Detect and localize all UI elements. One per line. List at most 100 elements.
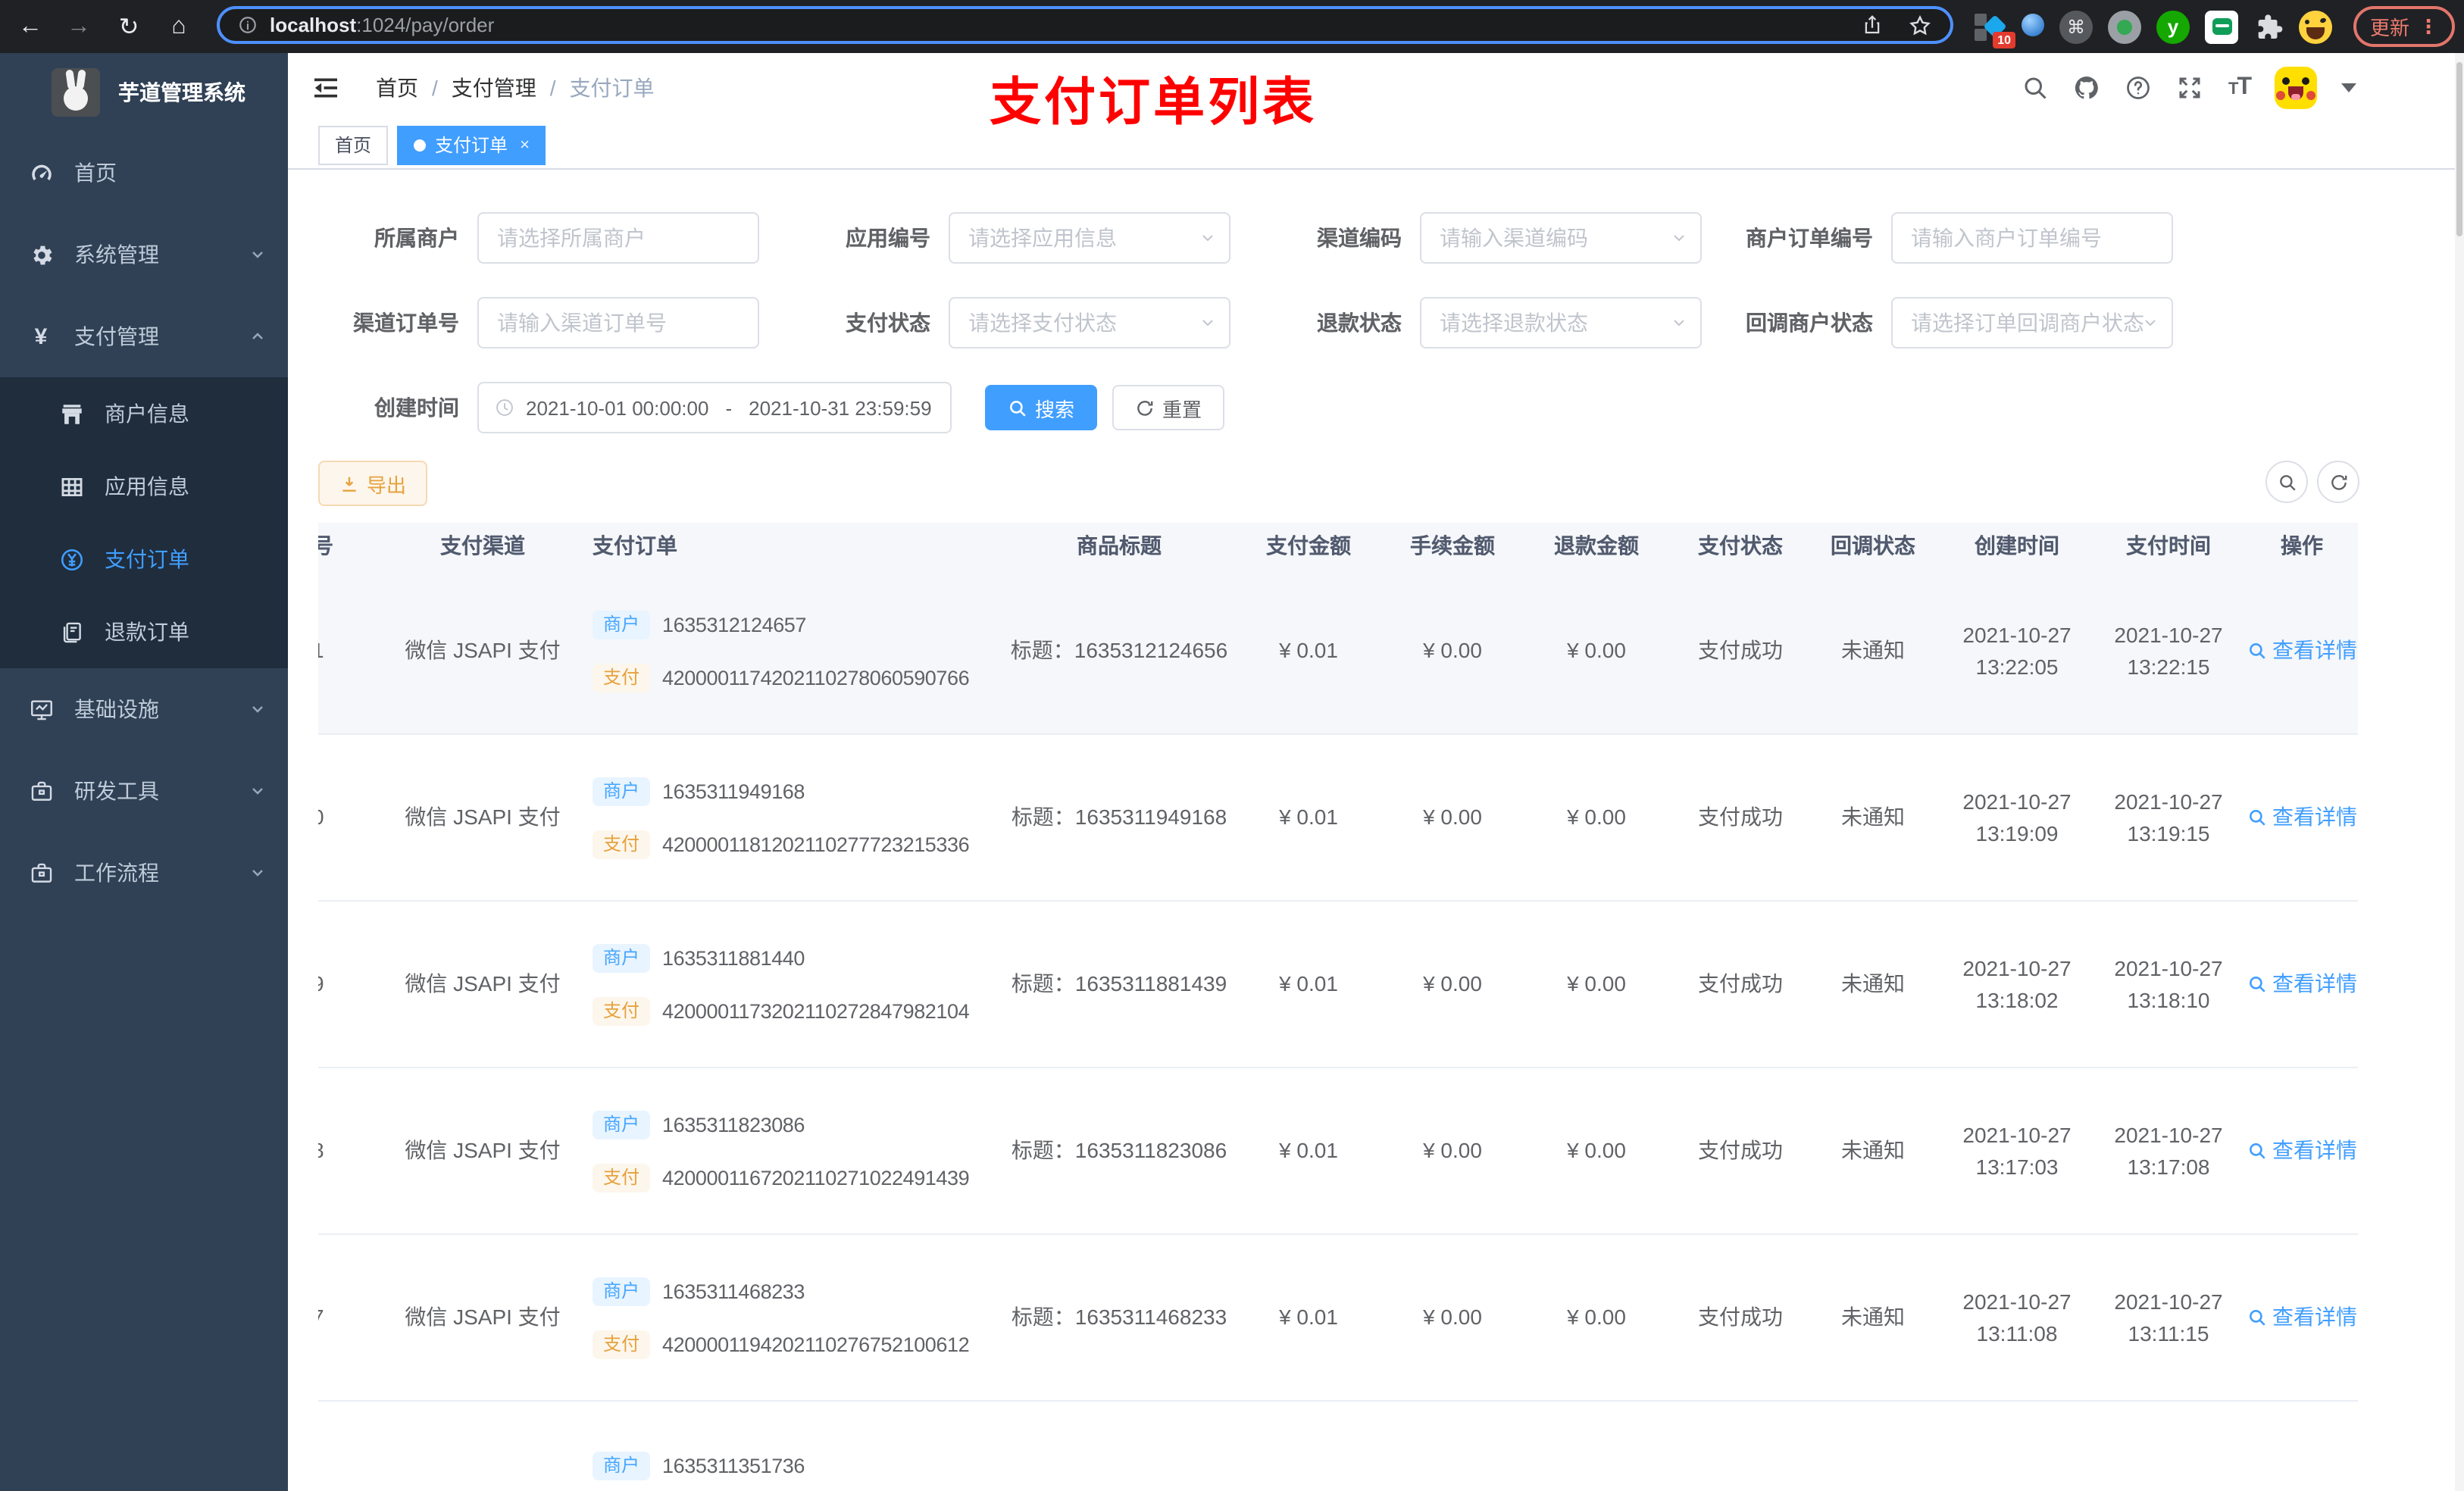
cell-amount: ¥ 0.01 (1279, 971, 1338, 996)
site-info-icon[interactable] (238, 15, 258, 35)
cell-pay-status: 支付成功 (1698, 805, 1783, 829)
channel-order-no-input[interactable] (477, 297, 759, 349)
chevron-down-icon (1670, 229, 1688, 247)
cell-pay-status (1668, 1402, 1812, 1491)
cell-channel (388, 1402, 577, 1491)
sidebar-item-dev-tools[interactable]: 研发工具 (0, 750, 288, 832)
browser-forward-icon[interactable]: → (61, 0, 97, 53)
filter-pay-status: 支付状态 (790, 297, 1249, 349)
cell-notify-status: 未通知 (1841, 1305, 1905, 1329)
tab-close-icon[interactable]: × (520, 136, 530, 154)
extension-command-icon[interactable]: ⌘ (2059, 10, 2093, 43)
sidebar-item-workflow[interactable]: 工作流程 (0, 832, 288, 914)
sidebar-item-payment[interactable]: ¥ 支付管理 (0, 295, 288, 377)
font-size-icon[interactable]: TT (2228, 73, 2252, 101)
breadcrumb-home[interactable]: 首页 (376, 72, 418, 102)
page-scrollbar[interactable] (2455, 53, 2464, 1491)
col-pay-time: 支付时间 (2126, 533, 2211, 558)
github-icon[interactable] (2074, 73, 2101, 101)
help-icon[interactable] (2125, 73, 2153, 101)
cell-pay-time: 2021-10-27 13:17:08 (2114, 1122, 2223, 1178)
browser-chrome: ← → ↻ ⌂ localhost:1024/pay/order 10 ⌘ y (0, 0, 2464, 55)
cell-id: 17 (318, 1235, 388, 1400)
cell-create-time: 2021-10-27 13:11:08 (1962, 1289, 2072, 1345)
date-range-picker[interactable]: 2021-10-01 00:00:00 - 2021-10-31 23:59:5… (477, 382, 952, 433)
tab-home[interactable]: 首页 (318, 125, 389, 164)
view-detail-link[interactable]: 查看详情 (2247, 635, 2357, 667)
table-row: 18 微信 JSAPI 支付商户1635311823086支付4200001167… (318, 1068, 2358, 1235)
filter-app-no: 应用编号 (790, 212, 1249, 264)
breadcrumb-separator: / (432, 75, 438, 99)
cell-refund: ¥ 0.00 (1567, 1305, 1626, 1329)
chevron-down-icon (1199, 314, 1217, 332)
table-refresh-button[interactable] (2317, 461, 2359, 503)
app-logo-row[interactable]: 芋道管理系统 (0, 53, 288, 132)
extension-green-dot-icon[interactable] (2108, 10, 2141, 43)
col-notify-status: 回调状态 (1831, 533, 1915, 558)
filter-label: 所属商户 (374, 226, 459, 250)
sidebar-item-app-info[interactable]: 应用信息 (0, 450, 288, 523)
browser-back-icon[interactable]: ← (12, 0, 48, 53)
table-body: 21微信 JSAPI 支付商户1635312124657支付4200001174… (318, 568, 2358, 1491)
reset-button[interactable]: 重置 (1112, 385, 1225, 430)
breadcrumb-payment[interactable]: 支付管理 (452, 72, 536, 102)
extension-grid-diamond-icon[interactable]: 10 (1973, 10, 2015, 48)
extension-y-icon[interactable]: y (2156, 10, 2190, 43)
tab-pay-order[interactable]: 支付订单 × (397, 125, 546, 164)
col-channel: 支付渠道 (440, 533, 525, 558)
user-avatar[interactable] (2275, 66, 2317, 108)
channel-code-select[interactable] (1420, 212, 1702, 264)
search-icon[interactable] (2022, 73, 2050, 101)
filter-row-1: 所属商户 应用编号 渠道编码 商户订单编号 (318, 212, 2191, 264)
browser-update-button[interactable]: 更新 ⋮ (2353, 6, 2456, 47)
cell-pay-time: 2021-10-27 13:11:15 (2114, 1289, 2223, 1345)
cell-title: 标题：1635311881439 (1011, 971, 1227, 996)
cell-fee: ¥ 0.00 (1423, 971, 1482, 996)
table-row: 商户 1635311351736 (318, 1402, 2358, 1491)
sidebar-item-infrastructure[interactable]: 基础设施 (0, 668, 288, 750)
cell-fee: ¥ 0.00 (1423, 1305, 1482, 1329)
view-detail-link[interactable]: 查看详情 (2247, 802, 2357, 833)
share-icon[interactable] (1861, 14, 1884, 36)
scrollbar-thumb[interactable] (2456, 62, 2462, 236)
browser-reload-icon[interactable]: ↻ (111, 0, 147, 53)
bookmark-star-icon[interactable] (1908, 13, 1932, 37)
browser-menu-icon[interactable]: ⋮ (2419, 14, 2438, 39)
avatar-caret-icon[interactable] (2341, 83, 2356, 92)
sidebar-item-refund-order[interactable]: 退款订单 (0, 595, 288, 668)
sidebar-item-system[interactable]: 系统管理 (0, 214, 288, 295)
cell-order: 商户 1635311468233 支付 42000011942021102767521… (577, 1235, 1002, 1400)
app-no-select[interactable] (949, 212, 1230, 264)
cell-pay-status: 支付成功 (1698, 971, 1783, 996)
notify-status-select[interactable] (1891, 297, 2173, 349)
fullscreen-icon[interactable] (2177, 73, 2204, 101)
profile-avatar-icon[interactable] (2299, 10, 2332, 43)
table-search-toggle-button[interactable] (2265, 461, 2308, 503)
sidebar-item-home[interactable]: 首页 (0, 132, 288, 214)
cell-create-time: 2021-10-27 13:22:05 (1962, 622, 2072, 678)
breadcrumb-current: 支付订单 (569, 75, 655, 99)
chevron-down-icon (249, 245, 267, 264)
address-bar[interactable]: localhost:1024/pay/order (217, 6, 1953, 44)
extension-chat-icon[interactable] (2205, 10, 2238, 43)
export-button[interactable]: 导出 (318, 461, 428, 506)
download-icon (342, 476, 356, 491)
view-detail-link[interactable]: 查看详情 (2247, 1135, 2357, 1167)
view-detail-link[interactable]: 查看详情 (2247, 1302, 2357, 1333)
merchant-input[interactable] (477, 212, 759, 264)
sidebar-collapse-icon[interactable] (311, 72, 341, 102)
extension-balloon-icon[interactable] (2022, 14, 2044, 36)
chevron-down-icon (249, 782, 267, 800)
refund-status-select[interactable] (1420, 297, 1702, 349)
browser-home-icon[interactable]: ⌂ (161, 0, 197, 53)
merchant-order-no-input[interactable] (1891, 212, 2173, 264)
extension-badge: 10 (1993, 31, 2015, 48)
sidebar-item-merchant-info[interactable]: 商户信息 (0, 377, 288, 450)
pay-status-select[interactable] (949, 297, 1230, 349)
filter-label: 渠道编码 (1317, 226, 1402, 250)
view-detail-link[interactable]: 查看详情 (2247, 968, 2357, 1000)
cell-id: 19 (318, 902, 388, 1067)
sidebar-item-pay-order[interactable]: 支付订单 (0, 523, 288, 595)
extensions-puzzle-icon[interactable] (2253, 11, 2284, 42)
search-button[interactable]: 搜索 (985, 385, 1098, 430)
